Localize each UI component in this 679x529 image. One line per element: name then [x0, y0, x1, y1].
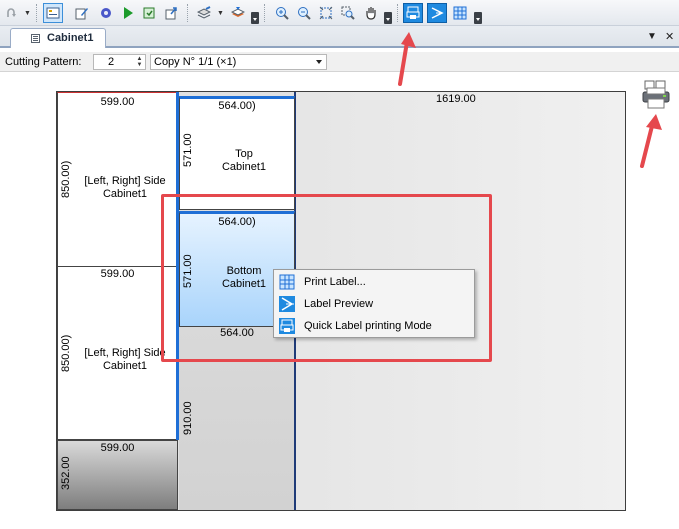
chevron-down-icon[interactable] — [316, 60, 322, 64]
print-label-icon[interactable] — [450, 3, 470, 23]
zoom-window-icon[interactable] — [338, 3, 358, 23]
pattern-number-value: 2 — [108, 56, 115, 68]
properties-icon[interactable] — [43, 3, 63, 23]
settings-icon[interactable] — [96, 3, 116, 23]
label-preview-icon[interactable] — [427, 3, 447, 23]
copy-select-value: Copy N° 1/1 (×1) — [154, 56, 237, 68]
toolbar-separator — [187, 4, 188, 22]
part-height-label: 571.00 — [182, 133, 194, 167]
pattern-bar: Cutting Pattern: 2 ▲ ▼ Copy N° 1/1 (×1) — [0, 52, 679, 72]
sheet-width-label: 1619.00 — [436, 93, 476, 105]
part-name-line: Top — [235, 148, 253, 160]
copy-select[interactable]: Copy N° 1/1 (×1) — [150, 54, 327, 70]
document-icon — [31, 34, 40, 43]
part-width-label: 564.00) — [218, 100, 256, 112]
toolbar-separator — [264, 4, 265, 22]
document-tab-strip: Cabinet1 ▼ ✕ — [0, 26, 679, 48]
pattern-number-stepper[interactable]: 2 ▲ ▼ — [93, 54, 146, 70]
waste-width-label: 599.00 — [100, 442, 135, 454]
run-icon[interactable] — [118, 3, 138, 23]
printer-icon — [642, 80, 670, 109]
part-height-label: 850.00) — [60, 334, 72, 372]
edit-icon[interactable] — [72, 3, 92, 23]
part-height-label: 850.00) — [60, 160, 72, 198]
part-cabinet-line: Cabinet1 — [102, 360, 148, 372]
part-name-line: [Left, Right] Side — [84, 347, 166, 359]
main-toolbar: ▼ ▼ — [0, 0, 679, 26]
pan-icon[interactable] — [361, 3, 381, 23]
stack-icon[interactable] — [228, 3, 248, 23]
export-icon[interactable] — [139, 3, 159, 23]
redo-icon[interactable] — [2, 3, 22, 23]
print-layout-button[interactable] — [641, 79, 671, 111]
annotation-arrow-print — [640, 114, 662, 168]
zoom-fit-icon[interactable] — [316, 3, 336, 23]
close-tab-icon[interactable]: ✕ — [665, 30, 674, 43]
toolbar-overflow-icon[interactable] — [474, 12, 482, 24]
toolbar-separator — [36, 4, 37, 22]
layers-dropdown-icon[interactable]: ▼ — [217, 10, 224, 17]
tab-list-dropdown-icon[interactable]: ▼ — [647, 31, 657, 42]
tab-label: Cabinet1 — [47, 32, 94, 44]
toolbar-overflow-icon[interactable] — [251, 12, 259, 24]
toolbar-separator — [397, 4, 398, 22]
waste-height-label: 352.00 — [60, 456, 72, 490]
part-cabinet-line: Cabinet1 — [221, 161, 267, 173]
quick-label-icon[interactable] — [403, 3, 423, 23]
part-cabinet-line: Cabinet1 — [102, 188, 148, 200]
part-name-line: [Left, Right] Side — [84, 175, 166, 187]
layers-icon[interactable] — [194, 3, 214, 23]
part-name: Top Cabinet1 — [194, 148, 294, 174]
annotation-arrow-toolbar — [398, 32, 416, 86]
highlight-box — [161, 194, 492, 362]
tab-cabinet1[interactable]: Cabinet1 — [10, 28, 106, 48]
zoom-out-icon[interactable] — [294, 3, 314, 23]
cutting-pattern-label: Cutting Pattern: — [5, 56, 82, 68]
redo-dropdown-icon[interactable]: ▼ — [24, 10, 31, 17]
part-width-label: 599.00 — [100, 96, 135, 108]
toolbar-overflow-icon[interactable] — [384, 12, 392, 24]
import-icon[interactable] — [161, 3, 181, 23]
stepper-arrows-icon[interactable]: ▲ ▼ — [135, 56, 144, 68]
part-width-label: 599.00 — [100, 268, 135, 280]
waste-height-label: 910.00 — [182, 401, 194, 435]
zoom-in-icon[interactable] — [272, 3, 292, 23]
